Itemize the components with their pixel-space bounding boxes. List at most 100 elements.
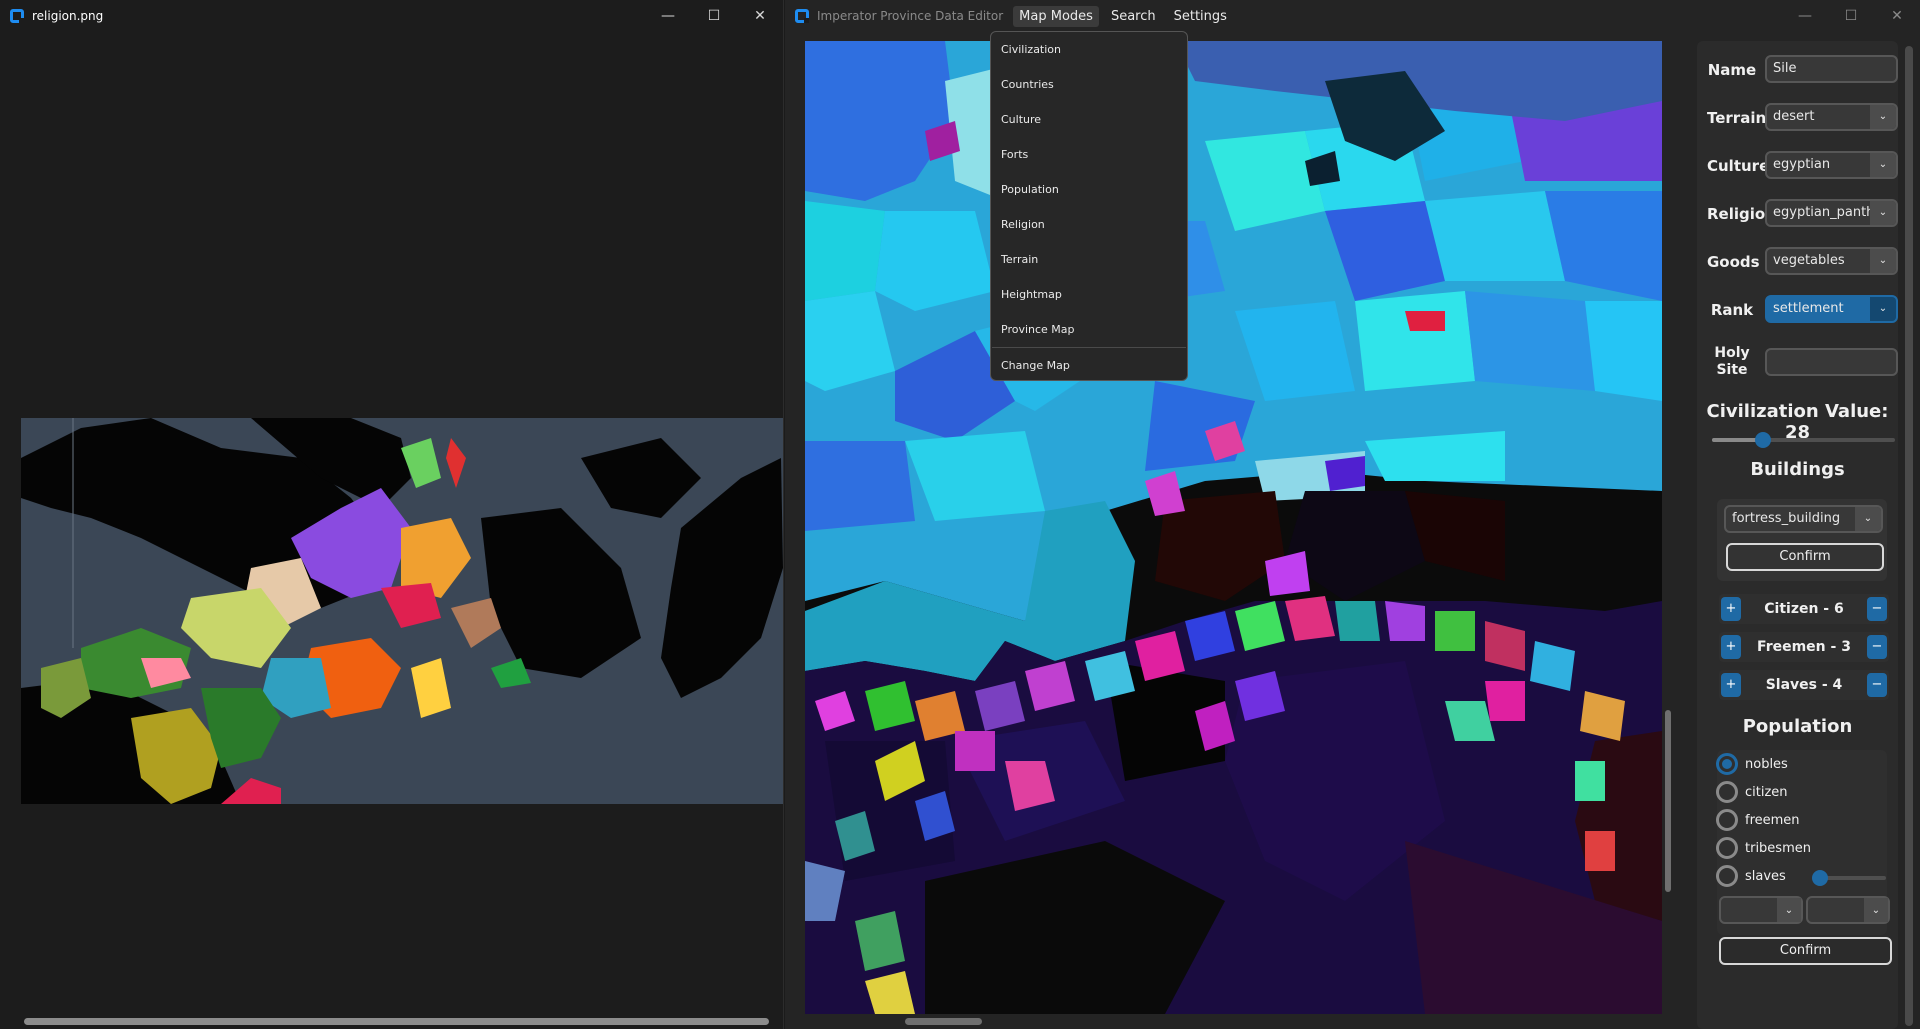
goods-label: Goods (1707, 253, 1760, 271)
buildings-heading: Buildings (1750, 459, 1845, 480)
radio-freemen[interactable]: freemen (1716, 808, 1800, 832)
citizen-count-label: Citizen - 6 (1764, 601, 1844, 617)
terrain-value: desert (1773, 109, 1815, 124)
name-field[interactable]: Sile (1765, 55, 1898, 83)
chevron-down-icon[interactable]: ⌄ (1870, 105, 1896, 129)
buildings-confirm-button[interactable]: Confirm (1726, 543, 1884, 571)
chevron-down-icon[interactable]: ⌄ (1870, 201, 1896, 225)
population-slider[interactable] (1812, 870, 1886, 886)
chevron-down-icon[interactable]: ⌄ (1777, 898, 1801, 922)
province-map-canvas[interactable] (805, 41, 1662, 1014)
close-icon[interactable]: ✕ (737, 0, 783, 32)
population-slider-knob[interactable] (1812, 870, 1828, 886)
radio-citizen[interactable]: citizen (1716, 780, 1788, 804)
radio-tribesmen[interactable]: tribesmen (1716, 836, 1811, 860)
pop-row-citizen: + Citizen - 6 − (1719, 594, 1889, 624)
radio-button[interactable] (1716, 809, 1738, 831)
horizontal-scrollbar[interactable] (24, 1018, 769, 1025)
religion-select[interactable]: egyptian_pantheon ⌄ (1765, 199, 1898, 227)
slaves-plus-button[interactable]: + (1721, 673, 1741, 697)
citizen-plus-button[interactable]: + (1721, 597, 1741, 621)
chevron-down-icon[interactable]: ⌄ (1864, 898, 1888, 922)
holy-site-row: Holy Site (1697, 343, 1898, 383)
radio-button[interactable] (1716, 865, 1738, 887)
religion-label: Religion (1707, 205, 1776, 223)
radio-nobles[interactable]: nobles (1716, 752, 1788, 776)
buildings-frame: fortress_building ⌄ Confirm (1717, 499, 1887, 581)
culture-row: Culture egyptian ⌄ (1697, 151, 1898, 181)
chevron-down-icon[interactable]: ⌄ (1870, 249, 1896, 273)
goods-row: Goods vegetables ⌄ (1697, 247, 1898, 277)
holy-site-field[interactable] (1765, 348, 1898, 376)
chevron-down-icon[interactable]: ⌄ (1855, 507, 1881, 531)
pop-row-freemen: + Freemen - 3 − (1719, 632, 1889, 662)
rank-select[interactable]: settlement ⌄ (1765, 295, 1898, 323)
chevron-down-icon[interactable]: ⌄ (1870, 153, 1896, 177)
population-select-2[interactable]: ⌄ (1806, 896, 1890, 924)
radio-button[interactable] (1716, 781, 1738, 803)
radio-label: nobles (1745, 756, 1788, 772)
radio-label: citizen (1745, 784, 1788, 800)
image-viewer-window: religion.png — ☐ ✕ (0, 0, 784, 1029)
menu-item-province-map[interactable]: Province Map (991, 312, 1187, 347)
citizen-minus-button[interactable]: − (1867, 597, 1887, 621)
radio-label: slaves (1745, 868, 1786, 884)
chevron-down-icon[interactable]: ⌄ (1870, 297, 1896, 321)
religion-row: Religion egyptian_pantheon ⌄ (1697, 199, 1898, 229)
map-horizontal-scrollbar[interactable] (905, 1018, 982, 1025)
maximize-icon[interactable]: ☐ (1828, 0, 1874, 32)
radio-label: tribesmen (1745, 840, 1811, 856)
menu-item-terrain[interactable]: Terrain (991, 242, 1187, 277)
culture-value: egyptian (1773, 157, 1831, 172)
population-heading: Population (1742, 716, 1853, 737)
rank-value: settlement (1773, 301, 1844, 316)
holy-site-label: Holy Site (1714, 345, 1750, 378)
menu-item-culture[interactable]: Culture (991, 102, 1187, 137)
map-vertical-scrollbar[interactable] (1665, 710, 1671, 892)
app-icon (10, 9, 24, 23)
panel-vertical-scrollbar[interactable] (1905, 46, 1913, 1026)
freemen-count-label: Freemen - 3 (1757, 639, 1851, 655)
slaves-count-label: Slaves - 4 (1765, 677, 1843, 693)
window-title: Imperator Province Data Editor (817, 9, 1004, 23)
civilization-slider[interactable] (1712, 432, 1895, 448)
pop-row-slaves: + Slaves - 4 − (1719, 670, 1889, 700)
minimize-icon[interactable]: — (645, 0, 691, 32)
menu-item-change-map[interactable]: Change Map (991, 348, 1187, 383)
map-modes-dropdown: Civilization Countries Culture Forts Pop… (990, 31, 1188, 381)
menu-bar: Map Modes Search Settings (1013, 5, 1239, 27)
terrain-row: Terrain desert ⌄ (1697, 103, 1898, 133)
minimize-icon[interactable]: — (1782, 0, 1828, 32)
population-select-1[interactable]: ⌄ (1719, 896, 1803, 924)
goods-select[interactable]: vegetables ⌄ (1765, 247, 1898, 275)
maximize-icon[interactable]: ☐ (691, 0, 737, 32)
slaves-minus-button[interactable]: − (1867, 673, 1887, 697)
menu-item-civilization[interactable]: Civilization (991, 32, 1187, 67)
menu-item-population[interactable]: Population (991, 172, 1187, 207)
radio-button[interactable] (1716, 753, 1738, 775)
culture-select[interactable]: egyptian ⌄ (1765, 151, 1898, 179)
goods-value: vegetables (1773, 253, 1845, 268)
menu-item-forts[interactable]: Forts (991, 137, 1187, 172)
close-icon[interactable]: ✕ (1874, 0, 1920, 32)
radio-button[interactable] (1716, 837, 1738, 859)
civilization-value-label: Civilization Value: 28 (1706, 401, 1889, 443)
radio-label: freemen (1745, 812, 1800, 828)
menu-search[interactable]: Search (1105, 6, 1162, 27)
menu-item-heightmap[interactable]: Heightmap (991, 277, 1187, 312)
menu-map-modes[interactable]: Map Modes (1013, 5, 1099, 27)
menu-settings[interactable]: Settings (1168, 6, 1233, 27)
radio-slaves[interactable]: slaves (1716, 864, 1786, 888)
freemen-plus-button[interactable]: + (1721, 635, 1741, 659)
menu-item-countries[interactable]: Countries (991, 67, 1187, 102)
menu-item-religion[interactable]: Religion (991, 207, 1187, 242)
population-confirm-button[interactable]: Confirm (1719, 937, 1892, 965)
title-bar: Imperator Province Data Editor Map Modes… (785, 0, 1920, 32)
civilization-slider-knob[interactable] (1755, 432, 1772, 448)
building-select[interactable]: fortress_building ⌄ (1724, 505, 1883, 533)
app-icon (795, 9, 809, 23)
terrain-select[interactable]: desert ⌄ (1765, 103, 1898, 131)
rank-row: Rank settlement ⌄ (1697, 295, 1898, 325)
freemen-minus-button[interactable]: − (1867, 635, 1887, 659)
name-row: Name Sile (1697, 55, 1898, 85)
